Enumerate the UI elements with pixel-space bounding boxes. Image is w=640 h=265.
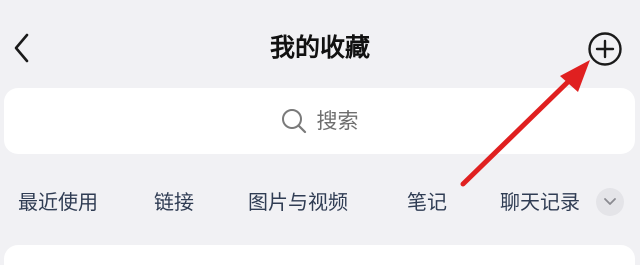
tabs-more-button[interactable]: [596, 188, 624, 216]
search-inner: 搜索: [281, 107, 359, 135]
header: 我的收藏: [0, 0, 640, 96]
content-card: [4, 245, 635, 265]
plus-circle-icon: [588, 32, 622, 66]
tab-notes[interactable]: 笔记: [407, 180, 447, 224]
category-tabs: 最近使用 链接 图片与视频 笔记 聊天记录: [0, 180, 640, 224]
chevron-down-icon: [604, 198, 616, 205]
search-icon: [281, 109, 306, 134]
tab-links[interactable]: 链接: [154, 180, 194, 224]
tab-images-videos[interactable]: 图片与视频: [248, 180, 348, 224]
add-button[interactable]: [586, 30, 624, 68]
search-placeholder: 搜索: [316, 109, 359, 133]
tab-chat-history[interactable]: 聊天记录: [500, 180, 580, 224]
tab-recent[interactable]: 最近使用: [18, 180, 98, 224]
search-input[interactable]: 搜索: [4, 88, 635, 154]
page-title: 我的收藏: [269, 33, 370, 62]
